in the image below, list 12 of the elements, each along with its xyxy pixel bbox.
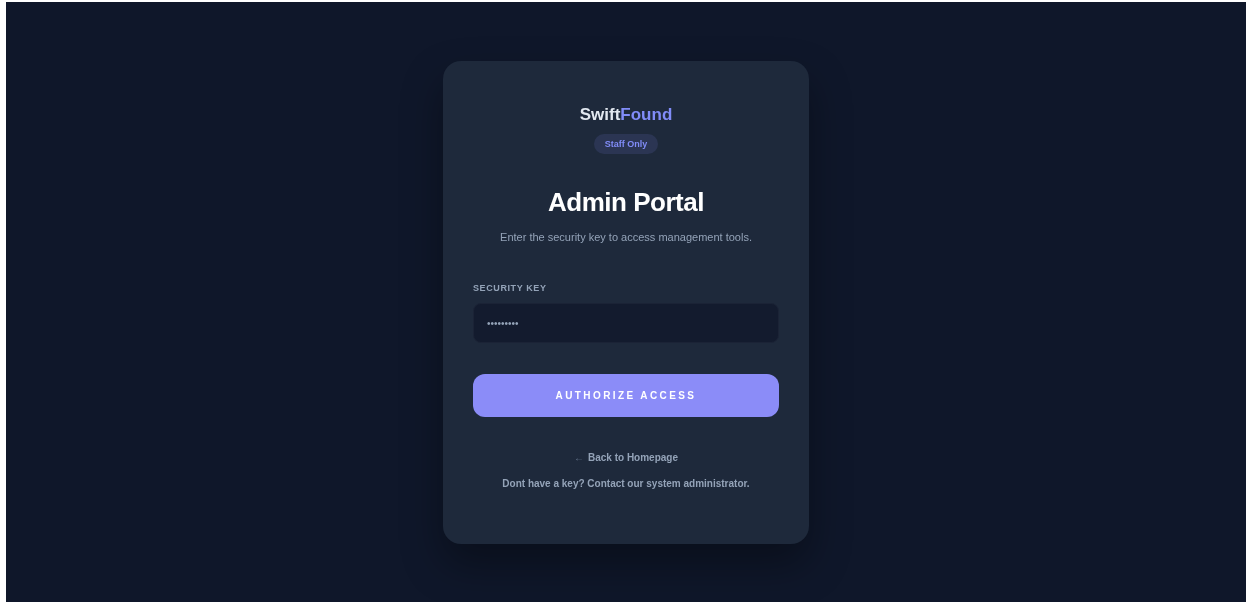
subtitle: Enter the security key to access management tools. [500,231,752,243]
arrow-icon: ← [574,452,584,463]
field-label: SECURITY KEY [473,283,547,293]
help-note: Dont have a key? Contact our system administrator. [502,478,750,489]
security-key-field[interactable]: ••••••••• [473,303,779,343]
authorize-button[interactable]: AUTHORIZE ACCESS [473,374,779,417]
brand-name-accent: Found [620,105,673,125]
back-link-label: Back to Homepage [588,452,678,463]
back-link[interactable]: ← Back to Homepage [574,452,678,463]
brand-name: Swift [579,105,621,125]
page-title: Admin Portal [548,187,704,218]
staff-badge: Staff Only [593,134,659,154]
